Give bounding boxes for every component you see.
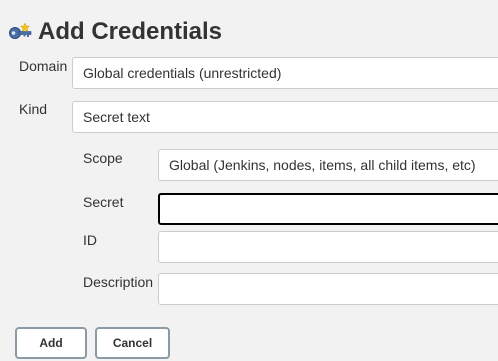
scope-label: Scope (83, 150, 123, 166)
id-label: ID (83, 232, 97, 248)
secret-field[interactable] (158, 193, 498, 225)
description-field[interactable] (158, 273, 498, 305)
domain-field[interactable]: Global credentials (unrestricted) (72, 57, 498, 89)
description-label: Description (83, 274, 154, 290)
kind-label: Kind (19, 101, 48, 117)
cancel-button[interactable]: Cancel (95, 327, 170, 359)
id-field[interactable] (158, 231, 498, 263)
page-title: Add Credentials (38, 18, 223, 45)
secret-label: Secret (83, 194, 124, 210)
scope-select[interactable]: Global (Jenkins, nodes, items, all child… (158, 149, 498, 181)
key-icon (8, 22, 34, 42)
add-button[interactable]: Add (15, 327, 87, 359)
domain-label: Domain (19, 58, 68, 74)
kind-select[interactable]: Secret text (72, 101, 498, 133)
page-header: Add Credentials (8, 16, 222, 48)
